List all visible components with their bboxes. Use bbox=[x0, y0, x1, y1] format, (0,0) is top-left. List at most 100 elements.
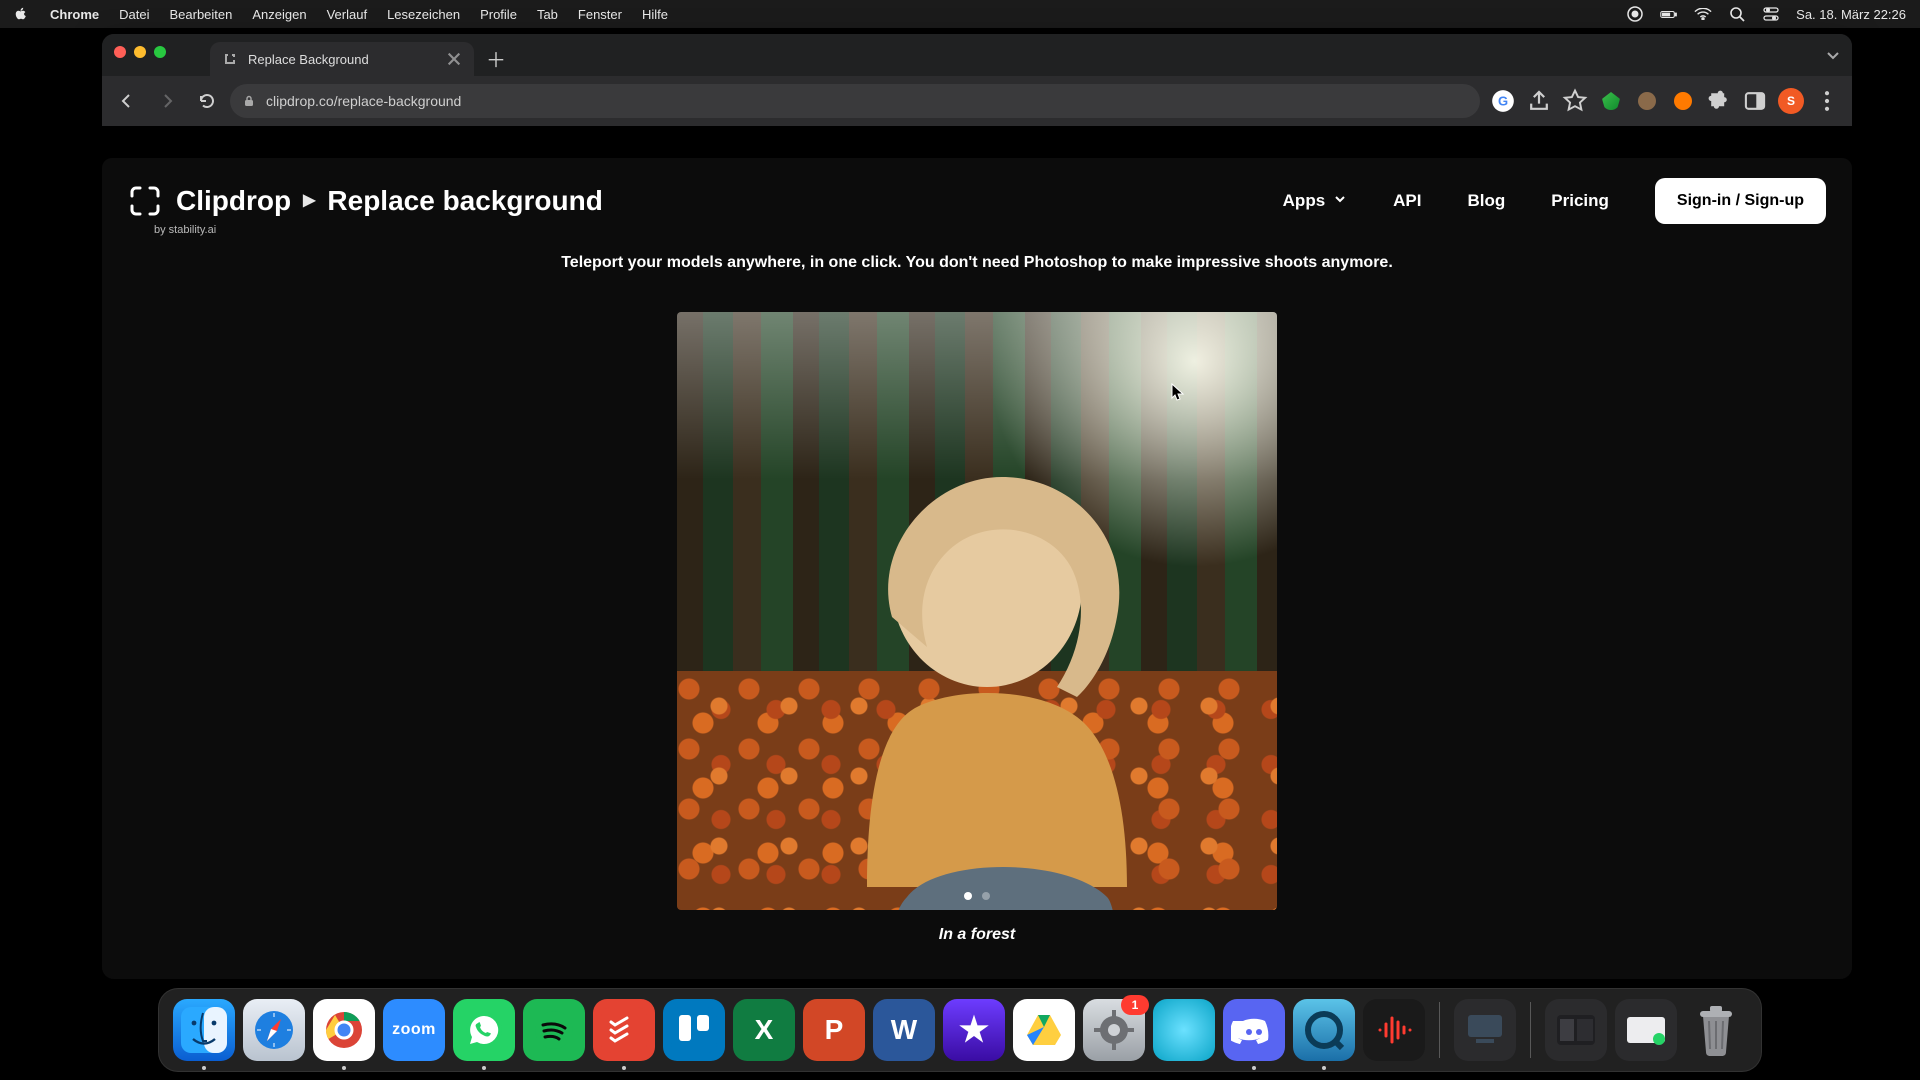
dock-separator-2 bbox=[1530, 1002, 1531, 1058]
side-panel-icon[interactable] bbox=[1742, 88, 1768, 114]
tabs-overflow-icon[interactable] bbox=[1824, 46, 1842, 64]
extension-2-icon[interactable] bbox=[1634, 88, 1660, 114]
dock-app-powerpoint[interactable]: P bbox=[803, 999, 865, 1061]
dock-app-excel[interactable]: X bbox=[733, 999, 795, 1061]
brand-name[interactable]: Clipdrop bbox=[176, 186, 291, 215]
window-minimize-button[interactable] bbox=[134, 46, 146, 58]
dock-app-todoist[interactable] bbox=[593, 999, 655, 1061]
dock-app-imovie[interactable]: ★ bbox=[943, 999, 1005, 1061]
browser-viewport: Clipdrop ▶ Replace background Apps API bbox=[102, 126, 1852, 979]
dock-app-discord[interactable] bbox=[1223, 999, 1285, 1061]
menubar-datetime[interactable]: Sa. 18. März 22:26 bbox=[1796, 7, 1906, 22]
dock-app-unknown-circle[interactable] bbox=[1153, 999, 1215, 1061]
macos-menubar: Chrome Datei Bearbeiten Anzeigen Verlauf… bbox=[0, 0, 1920, 28]
control-center-icon[interactable] bbox=[1762, 5, 1780, 23]
profile-avatar[interactable]: S bbox=[1778, 88, 1804, 114]
menubar-item-lesezeichen[interactable]: Lesezeichen bbox=[377, 7, 470, 22]
dock-separator-1 bbox=[1439, 1002, 1440, 1058]
dock-app-safari[interactable] bbox=[243, 999, 305, 1061]
dock-minimized-window-1[interactable] bbox=[1545, 999, 1607, 1061]
tab-close-icon[interactable] bbox=[446, 51, 462, 67]
apple-menu-icon[interactable] bbox=[14, 6, 30, 22]
page-root: Clipdrop ▶ Replace background Apps API bbox=[102, 158, 1852, 979]
spotlight-icon[interactable] bbox=[1728, 5, 1746, 23]
dock-minimized-window-2[interactable] bbox=[1615, 999, 1677, 1061]
address-bar[interactable]: clipdrop.co/replace-background bbox=[230, 84, 1480, 118]
svg-text:G: G bbox=[1498, 93, 1508, 108]
nav-api[interactable]: API bbox=[1393, 191, 1421, 211]
menubar-item-datei[interactable]: Datei bbox=[109, 7, 159, 22]
window-close-button[interactable] bbox=[114, 46, 126, 58]
window-traffic-lights bbox=[114, 46, 166, 58]
dock-settings-badge: 1 bbox=[1121, 995, 1149, 1015]
dock-app-chrome[interactable] bbox=[313, 999, 375, 1061]
brand-byline: by stability.ai bbox=[154, 224, 216, 236]
chrome-overflow-menu-icon[interactable] bbox=[1814, 88, 1840, 114]
wifi-icon[interactable] bbox=[1694, 5, 1712, 23]
main-nav: Apps API Blog Pricing Sign-in / Sign-up bbox=[1283, 178, 1826, 224]
dock-app-whatsapp[interactable] bbox=[453, 999, 515, 1061]
clipdrop-logo-icon[interactable] bbox=[128, 184, 162, 218]
browser-tab-active[interactable]: Replace Background bbox=[210, 42, 474, 76]
google-account-icon[interactable]: G bbox=[1490, 88, 1516, 114]
bookmark-star-icon[interactable] bbox=[1562, 88, 1588, 114]
nav-apps[interactable]: Apps bbox=[1283, 191, 1348, 211]
chrome-tabstrip: Replace Background ＋ bbox=[102, 34, 1852, 76]
nav-blog[interactable]: Blog bbox=[1468, 191, 1506, 211]
menubar-item-hilfe[interactable]: Hilfe bbox=[632, 7, 678, 22]
chevron-down-icon bbox=[1333, 191, 1347, 211]
lock-icon bbox=[242, 94, 256, 108]
menubar-item-verlauf[interactable]: Verlauf bbox=[317, 7, 377, 22]
dock-app-zoom-label: zoom bbox=[391, 1007, 437, 1053]
signin-button[interactable]: Sign-in / Sign-up bbox=[1655, 178, 1826, 224]
dock-app-finder[interactable] bbox=[173, 999, 235, 1061]
dock-app-word[interactable]: W bbox=[873, 999, 935, 1061]
dock-recent-app-1[interactable] bbox=[1454, 999, 1516, 1061]
nav-pricing[interactable]: Pricing bbox=[1551, 191, 1609, 211]
dock-app-spotify[interactable] bbox=[523, 999, 585, 1061]
dock-app-system-settings[interactable]: 1 bbox=[1083, 999, 1145, 1061]
address-bar-url: clipdrop.co/replace-background bbox=[266, 93, 461, 109]
carousel-dot-1[interactable] bbox=[964, 892, 972, 900]
menubar-item-fenster[interactable]: Fenster bbox=[568, 7, 632, 22]
page-section-title: Replace background bbox=[327, 186, 602, 215]
nav-back-button[interactable] bbox=[110, 84, 144, 118]
dock-trash[interactable] bbox=[1685, 999, 1747, 1061]
menubar-item-anzeigen[interactable]: Anzeigen bbox=[242, 7, 316, 22]
dock-app-zoom[interactable]: zoom bbox=[383, 999, 445, 1061]
dock-app-google-drive[interactable] bbox=[1013, 999, 1075, 1061]
carousel-dot-2[interactable] bbox=[982, 892, 990, 900]
menubar-item-bearbeiten[interactable]: Bearbeiten bbox=[159, 7, 242, 22]
menubar-item-profile[interactable]: Profile bbox=[470, 7, 527, 22]
dock-app-voice-memos[interactable] bbox=[1363, 999, 1425, 1061]
share-icon[interactable] bbox=[1526, 88, 1552, 114]
mouse-cursor-icon bbox=[1171, 383, 1185, 401]
chrome-window: Replace Background ＋ clipdrop.co/replace… bbox=[102, 34, 1852, 979]
menubar-app-name[interactable]: Chrome bbox=[40, 7, 109, 22]
tab-title: Replace Background bbox=[248, 52, 369, 67]
chrome-toolbar: clipdrop.co/replace-background G S bbox=[102, 76, 1852, 126]
extensions-puzzle-icon[interactable] bbox=[1706, 88, 1732, 114]
screen-record-icon[interactable] bbox=[1626, 5, 1644, 23]
nav-apps-label: Apps bbox=[1283, 191, 1326, 211]
battery-icon[interactable] bbox=[1660, 5, 1678, 23]
demo-caption: In a forest bbox=[677, 926, 1277, 944]
new-tab-button[interactable]: ＋ bbox=[482, 44, 510, 72]
dock-app-quicktime[interactable] bbox=[1293, 999, 1355, 1061]
dock-app-trello[interactable] bbox=[663, 999, 725, 1061]
demo-block: In a forest bbox=[677, 312, 1277, 944]
menubar-item-tab[interactable]: Tab bbox=[527, 7, 568, 22]
nav-forward-button[interactable] bbox=[150, 84, 184, 118]
menubar-status-area: Sa. 18. März 22:26 bbox=[1626, 5, 1920, 23]
window-zoom-button[interactable] bbox=[154, 46, 166, 58]
brand-block: Clipdrop ▶ Replace background bbox=[128, 184, 603, 218]
extension-1-icon[interactable] bbox=[1598, 88, 1624, 114]
carousel-dots bbox=[677, 892, 1277, 900]
extension-3-icon[interactable] bbox=[1670, 88, 1696, 114]
demo-image-subject bbox=[797, 467, 1157, 910]
toolbar-right-actions: G S bbox=[1486, 88, 1844, 114]
nav-reload-button[interactable] bbox=[190, 84, 224, 118]
breadcrumb-triangle-icon: ▶ bbox=[303, 193, 315, 210]
demo-image bbox=[677, 312, 1277, 910]
macos-dock: zoom X P W ★ 1 bbox=[158, 988, 1762, 1072]
